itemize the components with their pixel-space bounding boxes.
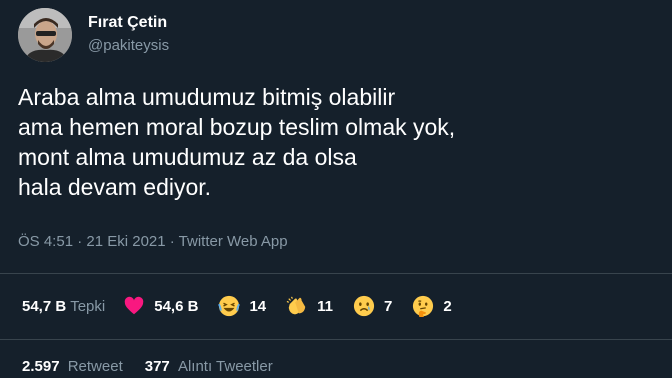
reaction-sad[interactable]: 7 <box>353 295 392 317</box>
heart-icon <box>124 296 144 315</box>
divider <box>0 273 672 274</box>
retweets-count: 2.597 <box>22 358 60 375</box>
laughing-face-icon <box>218 295 241 317</box>
reaction-thinking[interactable]: 2 <box>412 295 452 317</box>
tweet-line: ama hemen moral bozup teslim olmak yok, <box>18 114 456 140</box>
reactions-bar[interactable]: 54,7 B Tepki 54,6 B 14 11 7 2 <box>22 292 452 320</box>
tweet-line: hala devam ediyor. <box>18 174 212 200</box>
quotes-label: Alıntı Tweetler <box>177 358 273 375</box>
clapping-hands-icon <box>286 296 306 315</box>
user-name[interactable]: Fırat Çetin <box>88 14 167 32</box>
reaction-heart[interactable]: 54,6 B <box>123 295 198 317</box>
reaction-count: 54,6 B <box>154 297 199 315</box>
sad-face-icon <box>353 295 375 317</box>
thinking-face-icon <box>413 295 434 317</box>
avatar[interactable] <box>18 8 72 62</box>
reaction-count: 11 <box>317 297 333 315</box>
tweet-line: mont alma umudumuz az da olsa <box>18 144 357 170</box>
reactions-total-count: 54,7 B <box>22 297 67 315</box>
reaction-count: 7 <box>383 297 393 315</box>
tweet-timestamp[interactable]: ÖS 4:51 · 21 Eki 2021 · Twitter Web App <box>18 233 288 250</box>
reaction-laughing[interactable]: 14 <box>218 295 266 317</box>
reactions-total-label: Tepki <box>70 297 106 315</box>
divider <box>0 339 672 340</box>
tweet-text: Araba alma umudumuz bitmiş olabilir ama … <box>18 82 658 202</box>
tweet-line: Araba alma umudumuz bitmiş olabilir <box>18 84 396 110</box>
tweet-stats: 2.597 Retweet 377 Alıntı Tweetler <box>22 358 295 375</box>
retweets-link[interactable]: 2.597 Retweet <box>22 358 123 375</box>
reaction-count: 2 <box>443 297 452 315</box>
user-handle[interactable]: @pakiteysis <box>88 37 169 54</box>
reaction-clap[interactable]: 11 <box>286 295 333 317</box>
quote-tweets-link[interactable]: 377 Alıntı Tweetler <box>145 358 273 375</box>
quotes-count: 377 <box>144 358 170 375</box>
reaction-count: 14 <box>249 297 267 315</box>
avatar-photo-icon <box>18 8 72 62</box>
retweets-label: Retweet <box>67 358 123 375</box>
